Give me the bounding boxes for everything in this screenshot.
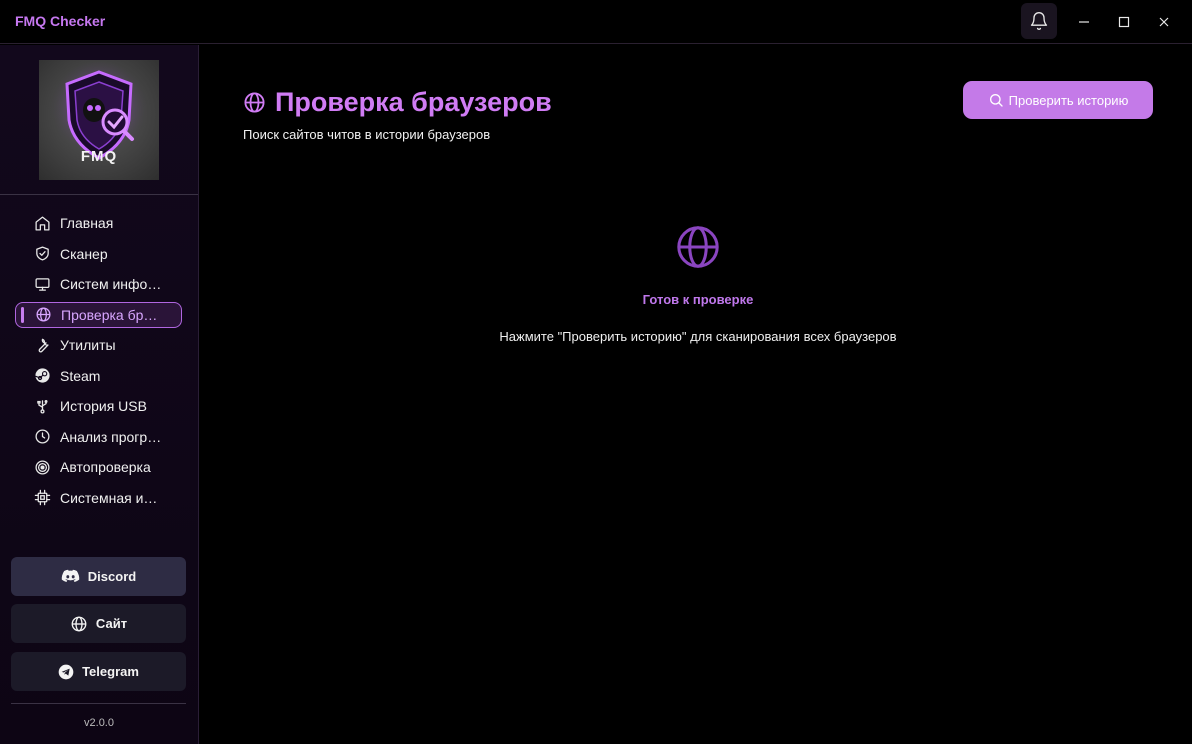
globe-icon [244, 92, 265, 113]
title-bar: FMQ Checker [0, 0, 1192, 44]
discord-icon [61, 569, 80, 584]
globe-icon [70, 615, 88, 633]
telegram-button[interactable]: Telegram [11, 652, 186, 691]
sidebar-item-label: Проверка бр… [61, 306, 158, 323]
sidebar: FMQ Главная Сканер Систем инфо… Проверка… [0, 45, 199, 744]
site-button[interactable]: Сайт [11, 604, 186, 643]
bell-icon [1030, 12, 1048, 30]
globe-icon [677, 226, 719, 268]
maximize-button[interactable] [1111, 9, 1137, 35]
close-button[interactable] [1151, 9, 1177, 35]
minimize-icon [1079, 21, 1089, 23]
sidebar-item-label: Автопроверка [60, 459, 151, 476]
home-icon [33, 214, 51, 232]
logo-text: FMQ [80, 148, 118, 165]
notifications-button[interactable] [1021, 3, 1057, 39]
steam-icon [33, 367, 51, 385]
sidebar-item-label: Утилиты [60, 337, 116, 354]
check-history-button[interactable]: Проверить историю [963, 81, 1153, 119]
empty-state-title: Готов к проверке [642, 292, 754, 307]
globe-icon [34, 306, 52, 324]
sidebar-item-home[interactable]: Главная [15, 208, 182, 239]
maximize-icon [1118, 16, 1130, 28]
close-icon [1159, 17, 1169, 27]
empty-state-description: Нажмите "Проверить историю" для сканиров… [499, 329, 897, 344]
sidebar-nav: Главная Сканер Систем инфо… Проверка бр…… [15, 208, 182, 513]
site-label: Сайт [95, 616, 128, 631]
sidebar-item-scanner[interactable]: Сканер [15, 239, 182, 270]
page-subtitle: Поиск сайтов читов в истории браузеров [243, 127, 491, 142]
sidebar-item-browser-check[interactable]: Проверка бр… [15, 301, 182, 328]
minimize-button[interactable] [1071, 9, 1097, 35]
clock-icon [33, 428, 51, 446]
sidebar-footer-divider [11, 703, 186, 704]
sidebar-item-label: Анализ прогр… [60, 428, 162, 445]
sidebar-item-label: Главная [60, 215, 114, 232]
target-icon [33, 458, 51, 476]
discord-label: Discord [87, 569, 137, 584]
search-icon [988, 92, 1004, 108]
shield-check-icon [33, 245, 51, 263]
discord-button[interactable]: Discord [11, 557, 186, 596]
sidebar-item-label: Steam [60, 367, 101, 384]
sidebar-item-label: Систем инфо… [60, 276, 162, 293]
sidebar-item-system-information[interactable]: Системная и… [15, 483, 182, 514]
sidebar-item-utilities[interactable]: Утилиты [15, 330, 182, 361]
page-title: Проверка браузеров [275, 87, 552, 117]
telegram-label: Telegram [82, 664, 139, 679]
main-content: Проверка браузеров Поиск сайтов читов в … [200, 45, 1192, 744]
cpu-icon [33, 489, 51, 507]
app-logo: FMQ [39, 60, 159, 180]
check-history-label: Проверить историю [1008, 92, 1129, 108]
wrench-icon [33, 336, 51, 354]
sidebar-item-usb-history[interactable]: История USB [15, 391, 182, 422]
sidebar-item-autocheck[interactable]: Автопроверка [15, 452, 182, 483]
sidebar-item-label: Системная и… [60, 489, 158, 506]
sidebar-item-system-info[interactable]: Систем инфо… [15, 269, 182, 300]
page-header: Проверка браузеров [243, 87, 552, 118]
sidebar-divider [0, 194, 198, 195]
telegram-icon [58, 664, 74, 680]
sidebar-item-label: Сканер [60, 245, 108, 262]
app-version: v2.0.0 [84, 717, 114, 729]
usb-icon [33, 397, 51, 415]
sidebar-item-label: История USB [60, 398, 147, 415]
sidebar-item-steam[interactable]: Steam [15, 361, 182, 392]
monitor-icon [33, 275, 51, 293]
app-title: FMQ Checker [15, 13, 106, 29]
sidebar-item-program-analysis[interactable]: Анализ прогр… [15, 422, 182, 453]
